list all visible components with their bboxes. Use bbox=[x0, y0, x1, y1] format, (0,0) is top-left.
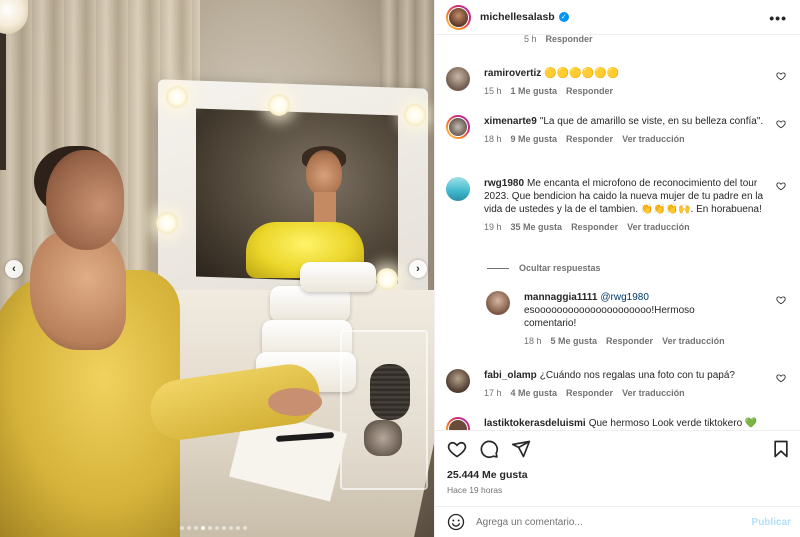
towel bbox=[300, 262, 376, 292]
post-sidebar: michellesalasb ✓ ••• 5 h Responder ramir… bbox=[434, 0, 800, 537]
carousel-prev-button[interactable]: ‹ bbox=[5, 260, 23, 278]
post-header: michellesalasb ✓ ••• bbox=[435, 0, 800, 35]
author-avatar[interactable] bbox=[446, 4, 471, 30]
comment-bubble-icon[interactable] bbox=[479, 439, 499, 459]
share-send-icon[interactable] bbox=[511, 439, 531, 459]
chevron-left-icon: ‹ bbox=[12, 263, 16, 275]
carousel-dot bbox=[215, 526, 219, 530]
reply-button[interactable]: Responder bbox=[566, 133, 613, 146]
carousel-dot bbox=[201, 526, 205, 530]
chevron-right-icon: › bbox=[416, 263, 420, 275]
comment-composer: Agrega un comentario... Publicar bbox=[435, 506, 800, 537]
translate-button[interactable]: Ver traducción bbox=[622, 387, 685, 400]
like-heart-icon[interactable] bbox=[447, 439, 467, 459]
commenter-avatar[interactable] bbox=[446, 417, 470, 430]
translate-button[interactable]: Ver traducción bbox=[622, 133, 685, 146]
carousel-dot bbox=[229, 526, 233, 530]
comment-time: 18 h bbox=[524, 336, 542, 346]
likes-count[interactable]: 25.444 Me gusta bbox=[447, 469, 528, 481]
commenter-avatar[interactable] bbox=[446, 369, 470, 393]
reply-button[interactable]: Responder bbox=[571, 221, 618, 234]
mirror-bulb bbox=[404, 104, 426, 126]
comment-text: Que hermoso Look verde tiktokero 💚 bbox=[588, 418, 758, 429]
commenter-avatar[interactable] bbox=[486, 291, 510, 315]
commenter-username[interactable]: rwg1980 bbox=[484, 178, 524, 189]
commenter-avatar[interactable] bbox=[446, 177, 470, 201]
carousel-dot bbox=[222, 526, 226, 530]
commenter-username[interactable]: mannaggia1111 bbox=[524, 292, 597, 303]
reply-button[interactable]: Responder bbox=[606, 335, 653, 348]
comment-input[interactable]: Agrega un comentario... bbox=[476, 517, 752, 528]
bookmark-icon[interactable] bbox=[771, 439, 791, 459]
comment-time: 17 h bbox=[484, 388, 502, 398]
emoji-icon[interactable] bbox=[447, 513, 465, 531]
hide-replies-label: Ocultar respuestas bbox=[519, 263, 601, 273]
carousel-dot bbox=[208, 526, 212, 530]
commenter-username[interactable]: lastiktokerasdeluismi bbox=[484, 418, 586, 429]
commenter-username[interactable]: ramirovertiz bbox=[484, 68, 541, 79]
comment-likes[interactable]: 5 Me gusta bbox=[551, 335, 598, 348]
author-username[interactable]: michellesalasb bbox=[480, 11, 555, 23]
heart-icon[interactable] bbox=[776, 119, 786, 129]
comment-likes[interactable]: 35 Me gusta bbox=[511, 221, 563, 234]
mirror-bulb bbox=[166, 86, 188, 108]
comment-text: "La que de amarillo se viste, en su bell… bbox=[539, 116, 764, 127]
comment-text: ¿Cuándo nos regalas una foto con tu papá… bbox=[539, 370, 735, 381]
translate-button[interactable]: Ver traducción bbox=[627, 221, 690, 234]
comment-text: esooooooooooooooooooooo!Hermoso comentar… bbox=[524, 305, 695, 329]
comment-likes[interactable]: 9 Me gusta bbox=[511, 133, 558, 146]
reply-button[interactable]: Responder bbox=[566, 387, 613, 400]
comments-list[interactable]: 5 h Responder ramirovertiz 🟡🟡🟡🟡🟡🟡 15 h 1 … bbox=[435, 35, 800, 430]
comment-time: 18 h bbox=[484, 134, 502, 144]
mirror-bulb bbox=[268, 94, 290, 116]
carousel-next-button[interactable]: › bbox=[409, 260, 427, 278]
mirror-bulb bbox=[156, 212, 178, 234]
more-options-icon[interactable]: ••• bbox=[769, 10, 787, 26]
mention-link[interactable]: @rwg1980 bbox=[600, 292, 649, 303]
reply-button[interactable]: Responder bbox=[566, 85, 613, 98]
hide-replies-button[interactable]: Ocultar respuestas bbox=[487, 263, 601, 273]
microphone-base bbox=[364, 420, 402, 456]
post-timestamp[interactable]: Hace 19 horas bbox=[447, 485, 502, 495]
reply-button[interactable]: Responder bbox=[546, 35, 593, 46]
comment-likes[interactable]: 1 Me gusta bbox=[511, 85, 558, 98]
heart-icon[interactable] bbox=[776, 373, 786, 383]
commenter-avatar[interactable] bbox=[446, 67, 470, 91]
comment-time: 5 h bbox=[524, 35, 537, 44]
carousel-dot bbox=[236, 526, 240, 530]
carousel-dot bbox=[187, 526, 191, 530]
comment-time: 19 h bbox=[484, 222, 502, 232]
comment-text: Me encanta el microfono de reconocimient… bbox=[484, 178, 764, 215]
divider bbox=[487, 267, 509, 269]
reflection-neck bbox=[314, 192, 336, 226]
carousel-dot bbox=[194, 526, 198, 530]
commenter-avatar[interactable] bbox=[446, 115, 470, 139]
carousel-dot bbox=[180, 526, 184, 530]
woman-face bbox=[46, 150, 124, 250]
post-image[interactable]: ‹ › bbox=[0, 0, 434, 537]
carousel-dot bbox=[243, 526, 247, 530]
post-comment-button[interactable]: Publicar bbox=[752, 517, 791, 528]
heart-icon[interactable] bbox=[776, 295, 786, 305]
verified-badge-icon: ✓ bbox=[558, 12, 569, 22]
translate-button[interactable]: Ver traducción bbox=[662, 335, 725, 348]
heart-icon[interactable] bbox=[776, 181, 786, 191]
comment-time: 15 h bbox=[484, 86, 502, 96]
vintage-microphone-trophy bbox=[370, 364, 410, 420]
comment-text: 🟡🟡🟡🟡🟡🟡 bbox=[544, 68, 619, 79]
woman-hand bbox=[268, 388, 322, 416]
reflection-face bbox=[306, 150, 342, 196]
heart-icon[interactable] bbox=[776, 71, 786, 81]
comment-likes[interactable]: 4 Me gusta bbox=[511, 387, 558, 400]
commenter-username[interactable]: ximenarte9 bbox=[484, 116, 537, 127]
commenter-username[interactable]: fabi_olamp bbox=[484, 370, 537, 381]
mirror-bulb bbox=[376, 268, 398, 290]
carousel-indicator bbox=[180, 526, 247, 530]
